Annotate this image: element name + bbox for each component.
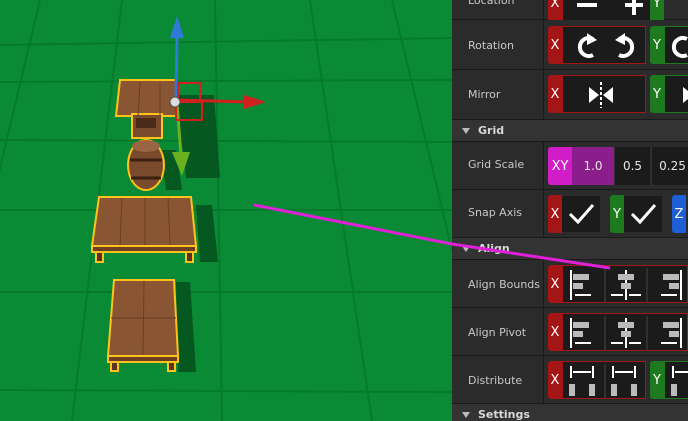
row-rotation: Rotation X Y (452, 20, 688, 70)
snap-axis-x-checkbox[interactable] (562, 196, 600, 232)
location-x-buttons[interactable] (562, 0, 652, 22)
rotation-y-axis: Y (650, 26, 664, 64)
label-grid-scale: Grid Scale (468, 158, 525, 171)
row-mirror: Mirror X Y (452, 70, 688, 120)
rotation-x-buttons[interactable] (562, 26, 646, 64)
mirror-x-axis: X (548, 75, 562, 113)
section-align[interactable]: Align (452, 238, 688, 260)
align-right-icon (661, 270, 682, 300)
distribute-x-axis: X (548, 361, 562, 399)
checkmark-icon (568, 204, 595, 225)
viewport-scene[interactable] (0, 0, 452, 421)
align-bounds-x-buttons[interactable] (562, 265, 688, 303)
distribute-icon (569, 366, 595, 396)
label-align-bounds: Align Bounds (468, 278, 541, 291)
snap-axis-x-axis: X (548, 195, 562, 233)
medium-table[interactable] (90, 196, 198, 263)
grid-scale-option-1[interactable]: 1.0 (572, 147, 614, 185)
level-viewport[interactable] (0, 0, 452, 421)
distribute-icons (569, 364, 637, 398)
rotate-ccw-icon (615, 33, 635, 58)
snap-align-panel: Location X Y Rotation X Y Mirror X Y Gri… (452, 0, 688, 421)
snap-axis-z-axis: Z (672, 195, 686, 233)
mirror-icon (683, 87, 688, 103)
label-snap-axis: Snap Axis (468, 206, 522, 219)
row-snap-axis: Snap Axis X Y Z (452, 190, 688, 238)
align-left-icon (570, 318, 591, 348)
distribute-icon (611, 366, 637, 396)
grid-scale-xy-axis: XY (548, 147, 572, 185)
section-grid-title: Grid (478, 124, 505, 137)
align-right-icon (661, 318, 682, 348)
row-divider (543, 0, 544, 19)
rotation-y-buttons[interactable] (664, 26, 688, 64)
distribute-y-buttons[interactable] (664, 361, 688, 399)
collapse-arrow-icon (462, 246, 470, 252)
mirror-icon (589, 82, 613, 108)
small-table[interactable] (114, 79, 177, 139)
rotate-cw-icon (671, 36, 688, 58)
mirror-y-button[interactable] (664, 75, 688, 113)
label-mirror: Mirror (468, 88, 501, 101)
mirror-x-button[interactable] (562, 75, 646, 113)
align-bounds-x-axis: X (548, 265, 562, 303)
location-x-axis: X (548, 0, 562, 22)
row-grid-scale: Grid Scale XY 1.0 0.5 0.25 (452, 142, 688, 190)
align-left-icon (570, 270, 591, 300)
row-location: Location X Y (452, 0, 688, 22)
rotate-icons (577, 33, 635, 58)
row-divider (543, 356, 544, 403)
rotation-x-axis: X (548, 26, 562, 64)
section-grid[interactable]: Grid (452, 120, 688, 142)
align-center-icon (611, 270, 641, 300)
grid-scale-option-2[interactable]: 0.5 (614, 147, 650, 185)
snap-axis-y-axis: Y (610, 195, 624, 233)
row-distribute: Distribute X Y (452, 356, 688, 404)
label-location: Location (468, 0, 515, 7)
section-settings[interactable]: Settings (452, 404, 688, 421)
align-center-icon (611, 318, 641, 348)
collapse-arrow-icon (462, 128, 470, 134)
align-pivot-x-buttons[interactable] (562, 313, 688, 351)
label-align-pivot: Align Pivot (468, 326, 527, 339)
collapse-arrow-icon (462, 412, 470, 418)
row-divider (543, 260, 544, 307)
row-divider (543, 190, 544, 237)
distribute-x-buttons[interactable] (562, 361, 646, 399)
align-pivot-x-axis: X (548, 313, 562, 351)
barrel[interactable] (127, 139, 165, 191)
checkmark-icon (630, 204, 657, 225)
row-align-bounds: Align Bounds X (452, 260, 688, 308)
label-rotation: Rotation (468, 39, 515, 52)
row-divider (543, 308, 544, 355)
location-y-axis: Y (650, 0, 664, 22)
snap-axis-y-checkbox[interactable] (624, 196, 662, 232)
floor-grid (0, 0, 452, 421)
row-align-pivot: Align Pivot X (452, 308, 688, 356)
section-settings-title: Settings (478, 408, 530, 421)
long-table[interactable] (106, 279, 180, 372)
label-distribute: Distribute (468, 374, 523, 387)
row-divider (543, 142, 544, 189)
align-icons (570, 268, 682, 302)
row-divider (543, 20, 544, 69)
mirror-y-axis: Y (650, 75, 664, 113)
rotate-cw-icon (577, 33, 597, 58)
row-divider (543, 70, 544, 119)
grid-scale-option-3[interactable]: 0.25 (651, 147, 688, 185)
distribute-y-axis: Y (650, 361, 664, 399)
distribute-icon (671, 366, 688, 396)
align-icons (570, 316, 682, 350)
section-align-title: Align (478, 242, 510, 255)
